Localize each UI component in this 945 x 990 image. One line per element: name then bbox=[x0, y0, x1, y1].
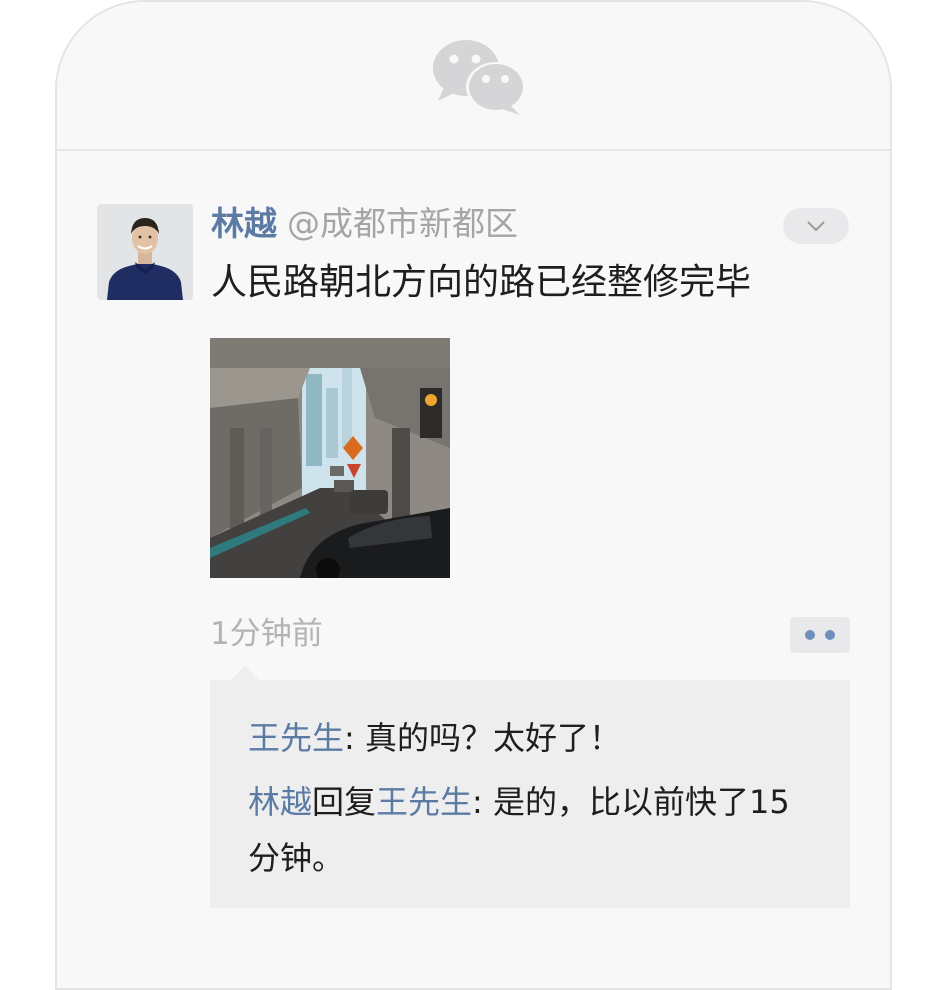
comment-separator: : bbox=[344, 719, 365, 757]
comment-item[interactable]: 林越回复王先生: 是的，比以前快了15分钟。 bbox=[248, 774, 812, 886]
location-tag[interactable]: @成都市新都区 bbox=[287, 204, 518, 243]
phone-frame: 林越 @成都市新都区 人民路朝北方向的路已经整修完毕 1分钟前 王先生: 真的吗… bbox=[55, 0, 892, 990]
author-name[interactable]: 林越 bbox=[211, 204, 277, 243]
top-bar bbox=[57, 2, 890, 151]
post-image[interactable] bbox=[210, 338, 450, 578]
post-text: 人民路朝北方向的路已经整修完毕 bbox=[211, 262, 752, 303]
comments-section: 王先生: 真的吗？太好了！ 林越回复王先生: 是的，比以前快了15分钟。 bbox=[210, 680, 850, 908]
more-dots-icon bbox=[805, 630, 815, 640]
wechat-logo-icon bbox=[433, 40, 526, 115]
comment-separator: : bbox=[472, 783, 493, 821]
fold-button[interactable] bbox=[783, 208, 849, 244]
post-header: 林越 @成都市新都区 bbox=[211, 204, 518, 244]
more-button[interactable] bbox=[790, 617, 850, 653]
post-timestamp: 1分钟前 bbox=[210, 616, 323, 652]
more-dots-icon bbox=[825, 630, 835, 640]
comment-item[interactable]: 王先生: 真的吗？太好了！ bbox=[248, 710, 812, 766]
reply-word: 回复 bbox=[312, 783, 377, 821]
reply-target[interactable]: 王先生 bbox=[376, 783, 472, 821]
avatar-photo bbox=[97, 204, 193, 300]
comment-text: 真的吗？太好了！ bbox=[364, 719, 621, 757]
chevron-down-icon bbox=[807, 221, 825, 232]
overpass-street-photo bbox=[210, 338, 450, 578]
comment-author[interactable]: 林越 bbox=[248, 783, 312, 821]
avatar[interactable] bbox=[97, 204, 193, 300]
comment-author[interactable]: 王先生 bbox=[248, 719, 344, 757]
comments-arrow bbox=[231, 666, 259, 680]
